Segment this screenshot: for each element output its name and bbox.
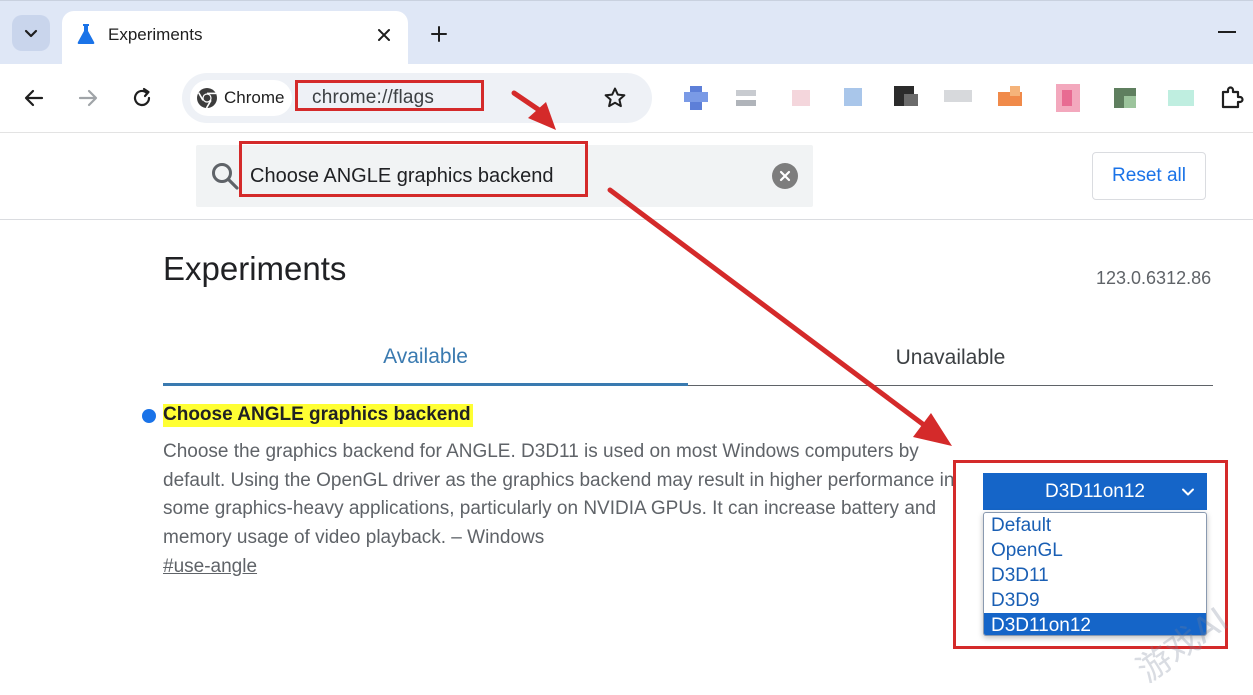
bookmark-button[interactable] [600,83,630,113]
flag-search-input[interactable] [250,162,730,190]
plus-icon [431,26,447,42]
extension-icon[interactable] [682,84,710,112]
puzzle-icon [1221,86,1244,109]
option-d3d11[interactable]: D3D11 [984,563,1206,588]
option-opengl[interactable]: OpenGL [984,538,1206,563]
flag-modified-indicator [142,409,156,423]
extension-icon[interactable] [996,84,1024,112]
version-label: 123.0.6312.86 [1096,268,1212,288]
site-info-chip[interactable]: Chrome [190,80,292,116]
tab-search-button[interactable] [12,15,50,51]
flag-name: Choose ANGLE graphics backend [163,404,473,427]
extension-icon[interactable] [1054,84,1082,112]
star-icon [604,87,626,108]
chevron-down-icon [24,29,38,38]
flags-header: Reset all [0,132,1253,220]
flask-icon [77,24,95,44]
chip-label: Chrome [224,88,285,107]
search-icon [212,163,239,190]
close-tab-button[interactable] [372,23,396,47]
back-arrow-icon [24,89,44,107]
browser-tab-experiments[interactable]: Experiments [62,11,408,67]
extension-icon[interactable] [892,84,920,112]
extension-icon[interactable] [944,84,972,112]
reload-button[interactable] [126,82,158,114]
option-d3d9[interactable]: D3D9 [984,588,1206,613]
page-title: Experiments [163,250,347,287]
extension-icon[interactable] [1166,84,1194,112]
extension-icon[interactable] [788,84,816,112]
reset-all-button[interactable]: Reset all [1092,152,1206,200]
reload-icon [133,87,151,107]
url-text[interactable]: chrome://flags [312,87,434,109]
extensions-menu-button[interactable] [1218,84,1246,112]
back-button[interactable] [18,82,50,114]
forward-arrow-icon [78,89,98,107]
flag-description: Choose the graphics backend for ANGLE. D… [163,441,955,548]
flag-search-box[interactable] [196,145,813,207]
option-default[interactable]: Default [984,513,1206,538]
selected-option-label: D3D11on12 [1044,480,1145,502]
clear-search-button[interactable] [772,163,798,189]
address-bar[interactable]: Chrome chrome://flags [182,73,652,123]
minimize-icon[interactable] [1218,31,1236,33]
tab-available[interactable]: Available [163,330,688,386]
tab-title: Experiments [108,25,203,44]
chevron-down-icon [1182,488,1194,496]
close-icon [378,29,390,41]
tab-strip: Experiments [0,0,1253,67]
extension-icon[interactable] [840,84,868,112]
flag-select-dropdown[interactable]: D3D11on12 [983,473,1207,510]
browser-toolbar: Chrome chrome://flags [0,64,1253,132]
annotation-arrow-dropdown [607,187,931,431]
chrome-logo-icon [197,88,217,109]
clear-icon [779,170,791,182]
forward-button[interactable] [72,82,104,114]
flag-permalink[interactable]: #use-angle [163,556,257,578]
new-tab-button[interactable] [426,21,452,47]
extension-icon[interactable] [734,84,762,112]
extension-icon[interactable] [1112,84,1140,112]
tab-unavailable[interactable]: Unavailable [688,330,1213,386]
